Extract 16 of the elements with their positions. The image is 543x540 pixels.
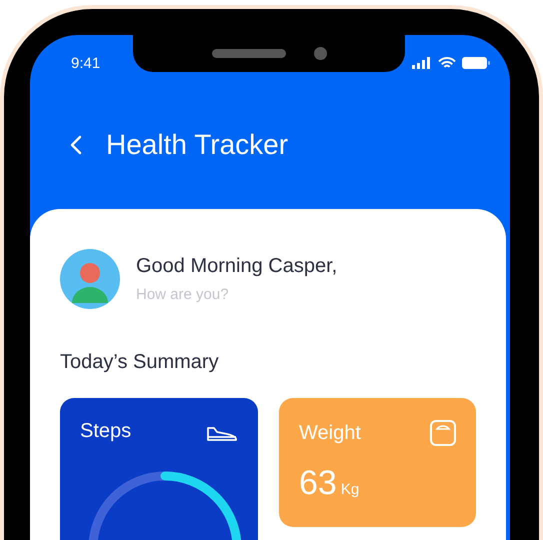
greeting-subtitle: How are you? [136, 286, 230, 303]
wifi-icon [438, 56, 456, 70]
back-button[interactable] [68, 133, 84, 157]
screen-title: Health Tracker [106, 129, 288, 161]
section-title: Today’s Summary [60, 351, 220, 374]
status-time: 9:41 [71, 54, 100, 72]
steps-card[interactable]: Steps [60, 398, 258, 540]
card-label: Weight [299, 422, 361, 444]
battery-icon [462, 57, 490, 69]
scale-icon [430, 420, 456, 446]
weight-value: 63 [299, 464, 337, 503]
avatar-icon [60, 249, 120, 309]
weight-unit: Kg [340, 481, 360, 498]
signal-icon [412, 57, 432, 69]
card-label: Steps [80, 420, 132, 443]
greeting-text: Good Morning Casper, [136, 255, 338, 278]
